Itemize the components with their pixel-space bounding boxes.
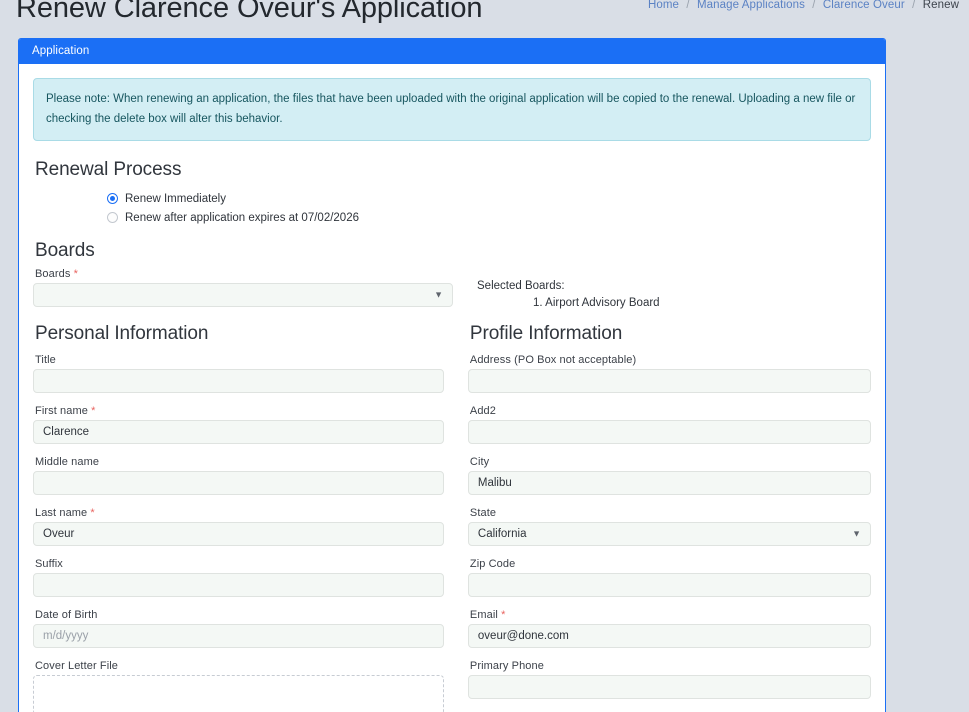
radio-label-renew-after-expiry: Renew after application expires at 07/02… [125, 212, 359, 224]
label-state: State [470, 507, 871, 519]
chevron-down-icon: ▼ [434, 291, 443, 300]
field-first-name: First name * Clarence [33, 405, 444, 444]
field-city: City Malibu [468, 456, 871, 495]
boards-select[interactable]: ▼ [33, 283, 453, 307]
application-card: Application Please note: When renewing a… [18, 38, 886, 712]
label-suffix: Suffix [35, 558, 444, 570]
label-middle-name: Middle name [35, 456, 444, 468]
section-heading-boards: Boards [35, 240, 871, 262]
field-title: Title [33, 354, 444, 393]
information-columns: Personal Information Title First name * … [33, 323, 871, 712]
required-asterisk: * [501, 609, 505, 621]
state-select[interactable]: California ▼ [468, 522, 871, 546]
label-city: City [470, 456, 871, 468]
renewal-process-radio-group: Renew Immediately Renew after applicatio… [107, 190, 871, 226]
label-add2: Add2 [470, 405, 871, 417]
field-suffix: Suffix [33, 558, 444, 597]
required-asterisk: * [74, 268, 78, 280]
field-last-name: Last name * Oveur [33, 507, 444, 546]
zip-code-input[interactable] [468, 573, 871, 597]
label-title: Title [35, 354, 444, 366]
field-primary-phone: Primary Phone [468, 660, 871, 699]
field-date-of-birth: Date of Birth m/d/yyyy [33, 609, 444, 648]
selected-boards-list: 1. Airport Advisory Board [477, 297, 660, 309]
label-first-name-text: First name [35, 405, 88, 417]
radio-icon-unselected[interactable] [107, 212, 118, 223]
breadcrumb-item-home[interactable]: Home [648, 0, 679, 11]
breadcrumb-item-clarence-oveur[interactable]: Clarence Oveur [823, 0, 905, 11]
profile-information-column: Profile Information Address (PO Box not … [452, 323, 871, 712]
radio-option-renew-after-expiry[interactable]: Renew after application expires at 07/02… [107, 209, 871, 226]
label-email-text: Email [470, 609, 498, 621]
renewal-info-alert: Please note: When renewing an applicatio… [33, 78, 871, 141]
section-heading-renewal-process: Renewal Process [35, 159, 871, 181]
boards-row: Boards * ▼ Selected Boards: 1. Airport A… [33, 268, 871, 309]
middle-name-input[interactable] [33, 471, 444, 495]
radio-label-renew-immediately: Renew Immediately [125, 193, 226, 205]
radio-option-renew-immediately[interactable]: Renew Immediately [107, 190, 871, 207]
required-asterisk: * [90, 507, 94, 519]
label-date-of-birth: Date of Birth [35, 609, 444, 621]
field-email: Email * oveur@done.com [468, 609, 871, 648]
breadcrumb-separator: / [912, 0, 915, 11]
field-address: Address (PO Box not acceptable) [468, 354, 871, 393]
breadcrumb-separator: / [812, 0, 815, 11]
last-name-input[interactable]: Oveur [33, 522, 444, 546]
title-input[interactable] [33, 369, 444, 393]
chevron-down-icon: ▼ [852, 530, 861, 539]
field-middle-name: Middle name [33, 456, 444, 495]
breadcrumb-item-manage-applications[interactable]: Manage Applications [697, 0, 805, 11]
personal-information-column: Personal Information Title First name * … [33, 323, 452, 712]
field-zip-code: Zip Code [468, 558, 871, 597]
label-primary-phone: Primary Phone [470, 660, 871, 672]
label-address: Address (PO Box not acceptable) [470, 354, 871, 366]
required-asterisk: * [91, 405, 95, 417]
breadcrumb: Home / Manage Applications / Clarence Ov… [648, 0, 959, 11]
selected-boards-title: Selected Boards: [477, 280, 660, 292]
cover-letter-file-dropzone[interactable] [33, 675, 444, 712]
breadcrumb-item-renew: Renew [923, 0, 959, 11]
section-heading-profile-information: Profile Information [470, 323, 871, 345]
card-header-application: Application [19, 39, 885, 64]
city-input[interactable]: Malibu [468, 471, 871, 495]
list-item: 1. Airport Advisory Board [533, 297, 660, 309]
label-last-name-text: Last name [35, 507, 87, 519]
radio-icon-selected[interactable] [107, 193, 118, 204]
page-root: Home / Manage Applications / Clarence Ov… [0, 0, 969, 712]
address-input[interactable] [468, 369, 871, 393]
label-boards-text: Boards [35, 268, 70, 280]
breadcrumb-separator: / [686, 0, 689, 11]
page-title: Renew Clarence Oveur's Application [16, 0, 482, 25]
label-boards: Boards * [35, 268, 453, 280]
email-input[interactable]: oveur@done.com [468, 624, 871, 648]
add2-input[interactable] [468, 420, 871, 444]
label-last-name: Last name * [35, 507, 444, 519]
suffix-input[interactable] [33, 573, 444, 597]
selected-boards-panel: Selected Boards: 1. Airport Advisory Boa… [461, 268, 660, 309]
label-zip-code: Zip Code [470, 558, 871, 570]
primary-phone-input[interactable] [468, 675, 871, 699]
field-cover-letter-file: Cover Letter File [33, 660, 444, 712]
label-first-name: First name * [35, 405, 444, 417]
label-email: Email * [470, 609, 871, 621]
first-name-input[interactable]: Clarence [33, 420, 444, 444]
card-body: Please note: When renewing an applicatio… [19, 64, 885, 712]
section-heading-personal-information: Personal Information [35, 323, 444, 345]
label-cover-letter-file: Cover Letter File [35, 660, 444, 672]
date-of-birth-input[interactable]: m/d/yyyy [33, 624, 444, 648]
state-select-value: California [478, 528, 527, 540]
field-add2: Add2 [468, 405, 871, 444]
field-state: State California ▼ [468, 507, 871, 546]
boards-select-wrap: Boards * ▼ [33, 268, 461, 309]
